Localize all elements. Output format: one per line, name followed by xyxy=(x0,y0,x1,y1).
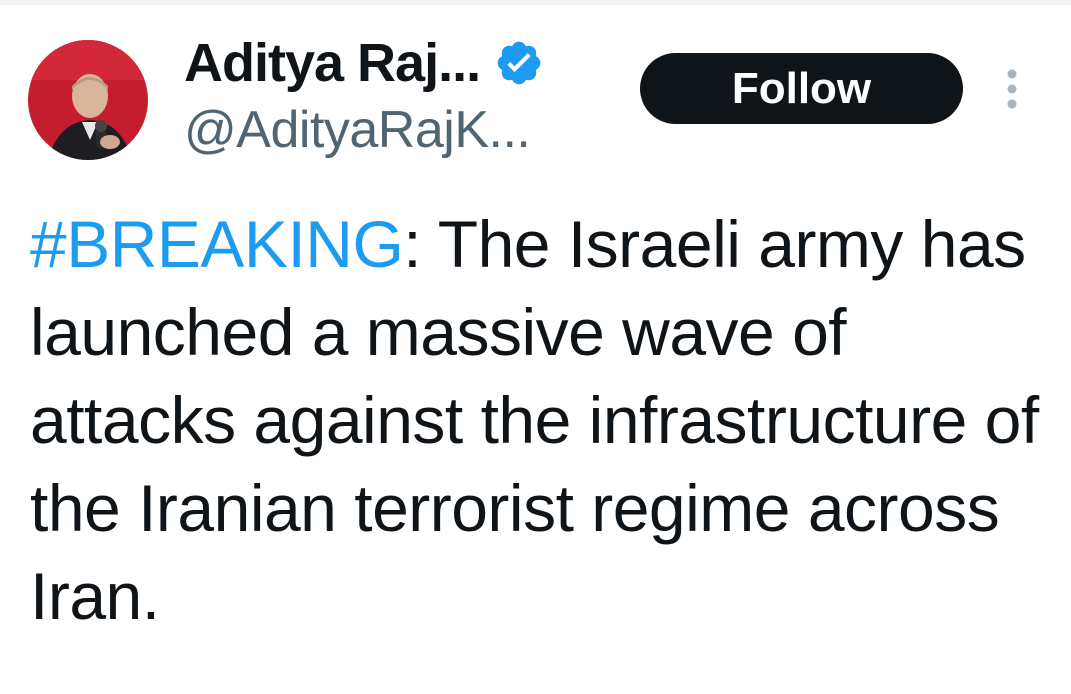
more-vertical-icon[interactable] xyxy=(998,64,1026,114)
tweet-text: #BREAKING: The Israeli army has launched… xyxy=(30,200,1040,640)
hashtag-link[interactable]: #BREAKING xyxy=(30,207,404,281)
top-divider xyxy=(0,0,1071,5)
display-name[interactable]: Aditya Raj... xyxy=(184,32,481,94)
tweet-card: Aditya Raj... @AdityaRajK... Follow #BRE… xyxy=(0,0,1071,694)
avatar[interactable] xyxy=(28,40,148,160)
follow-button[interactable]: Follow xyxy=(640,53,963,124)
display-name-row: Aditya Raj... xyxy=(184,30,544,96)
verified-badge-icon xyxy=(494,38,544,88)
user-handle[interactable]: @AdityaRajK... xyxy=(184,100,531,160)
avatar-photo-icon xyxy=(28,40,148,160)
